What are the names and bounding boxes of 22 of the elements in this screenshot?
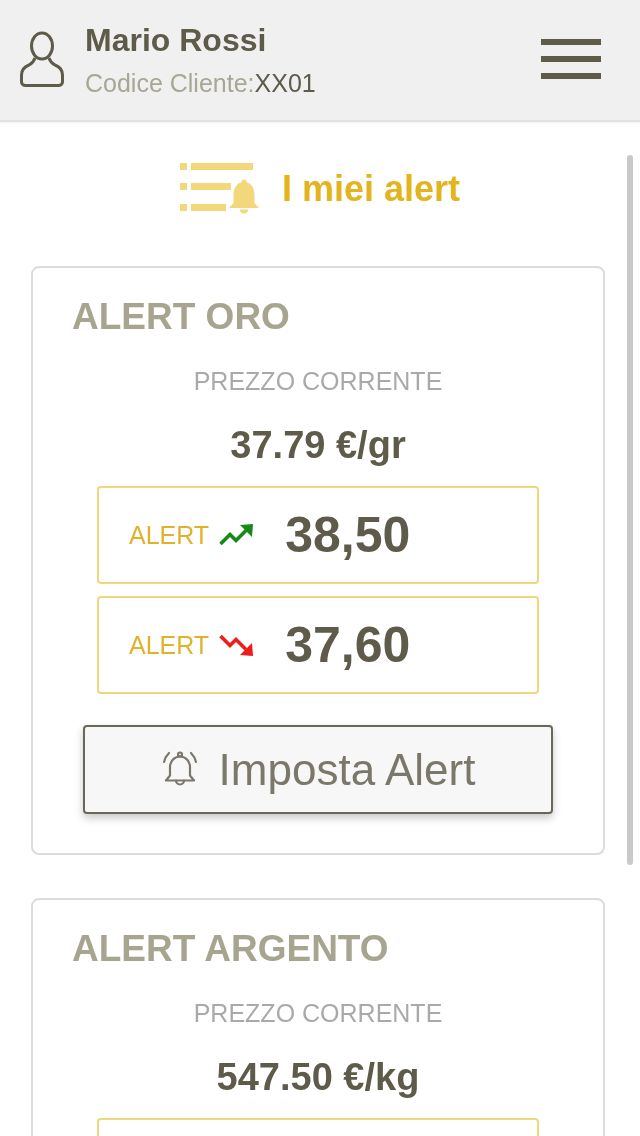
menu-button[interactable] <box>541 39 601 79</box>
price-label: PREZZO CORRENTE <box>193 366 443 396</box>
user-icon <box>20 31 64 87</box>
card-title: ALERT ARGENTO <box>72 927 389 971</box>
trend-down-arrow-icon <box>219 634 254 656</box>
alert-value: 38,50 <box>285 506 411 564</box>
alert-value: 37,60 <box>285 616 411 674</box>
alert-label: ALERT <box>129 520 210 550</box>
customer-code: XX01 <box>254 69 316 97</box>
user-name: Mario Rossi <box>85 21 267 60</box>
set-alert-button[interactable]: Imposta Alert <box>83 725 553 814</box>
current-price: 547.50 €/kg <box>216 1055 420 1100</box>
menu-icon <box>541 39 601 79</box>
page-title: I miei alert <box>281 166 461 211</box>
scrollbar-thumb[interactable] <box>627 155 633 865</box>
trend-up-arrow-icon <box>219 524 254 546</box>
alert-label: ALERT <box>129 630 210 660</box>
current-price: 37.79 €/gr <box>230 423 406 468</box>
card-title: ALERT ORO <box>72 295 290 339</box>
customer-code-label: Codice Cliente: <box>85 69 255 97</box>
price-label: PREZZO CORRENTE <box>193 998 443 1028</box>
list-bell-icon <box>179 163 260 214</box>
